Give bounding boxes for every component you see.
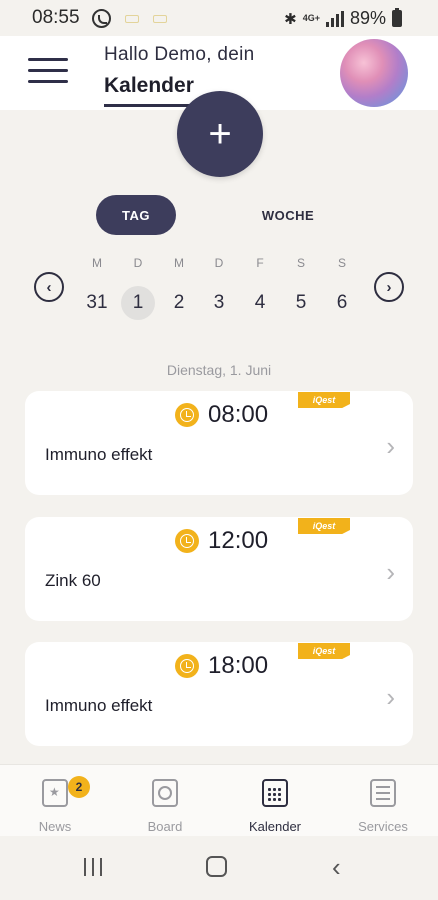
event-time: 18:00 (208, 652, 269, 679)
day-number-selected[interactable]: 1 (121, 286, 155, 320)
layers-icon (370, 779, 396, 807)
day-number[interactable]: 6 (325, 286, 359, 320)
brand-tag: iQest (298, 392, 350, 408)
event-card[interactable]: iQest 18:00 Immuno effekt › (25, 642, 413, 746)
day-column[interactable]: F 4 (243, 256, 277, 320)
event-name: Zink 60 (45, 571, 101, 590)
clock-icon (175, 529, 199, 553)
day-column[interactable]: S 6 (325, 256, 359, 320)
battery-icon (392, 8, 402, 27)
day-number[interactable]: 3 (202, 286, 236, 320)
event-name: Immuno effekt (45, 696, 153, 715)
tab-week[interactable]: WOCHE (248, 195, 328, 235)
calendar-icon (262, 779, 288, 807)
weekday-letter: D (133, 256, 143, 270)
bottom-navigation: ★ 2 News Board Kalender Services (0, 764, 438, 836)
day-number[interactable]: 31 (80, 286, 114, 320)
day-column[interactable]: S 5 (284, 256, 318, 320)
weekday-letter: S (296, 256, 305, 270)
nav-item-services[interactable]: Services (338, 779, 428, 834)
weekday-letter: M (92, 256, 102, 270)
chevron-left-icon: ‹ (46, 278, 52, 296)
home-icon[interactable] (206, 856, 227, 877)
page-title: Kalender (104, 74, 194, 107)
chevron-right-icon: › (386, 431, 395, 461)
nav-item-board[interactable]: Board (120, 779, 210, 834)
app-notification-icon (125, 14, 139, 23)
news-icon: ★ (42, 779, 68, 807)
chevron-right-icon: › (386, 682, 395, 712)
avatar[interactable] (340, 39, 408, 107)
status-time: 08:55 (32, 7, 80, 28)
bluetooth-icon: ✱ (284, 10, 297, 28)
event-time: 12:00 (208, 527, 269, 554)
nav-item-kalender[interactable]: Kalender (230, 779, 320, 834)
app-notification-icon (153, 14, 167, 23)
day-column[interactable]: M 2 (162, 256, 196, 320)
brand-tag: iQest (298, 518, 350, 534)
add-event-button[interactable]: + (177, 91, 263, 177)
notification-badge: 2 (68, 776, 90, 798)
weekday-letter: F (256, 256, 264, 270)
system-navigation-bar: ‹ (0, 836, 438, 900)
day-column[interactable]: M 31 (80, 256, 114, 320)
whatsapp-icon (92, 9, 111, 28)
weekday-letter: D (214, 256, 224, 270)
chevron-right-icon: › (386, 557, 395, 587)
day-column[interactable]: D 1 (121, 256, 155, 320)
selected-date-label: Dienstag, 1. Juni (166, 362, 272, 378)
previous-week-button[interactable]: ‹ (34, 272, 64, 302)
brand-tag: iQest (298, 643, 350, 659)
clock-icon (175, 654, 199, 678)
greeting-text: Hallo Demo, dein (104, 44, 255, 65)
clock-icon (175, 403, 199, 427)
nav-label: Board (147, 819, 183, 834)
day-number[interactable]: 2 (162, 286, 196, 320)
status-bar: 08:55 ✱ 4G+ 89% (0, 0, 438, 36)
nav-label: News (38, 819, 72, 834)
event-card[interactable]: iQest 08:00 Immuno effekt › (25, 391, 413, 495)
nav-item-news[interactable]: ★ 2 News (10, 776, 100, 834)
chevron-right-icon: › (386, 278, 392, 296)
back-icon[interactable]: ‹ (332, 852, 341, 883)
recent-apps-icon[interactable] (84, 858, 102, 876)
event-card[interactable]: iQest 12:00 Zink 60 › (25, 517, 413, 621)
nav-label: Kalender (248, 819, 302, 834)
menu-icon[interactable] (28, 58, 68, 86)
day-column[interactable]: D 3 (202, 256, 236, 320)
nav-label: Services (358, 819, 408, 834)
network-type: 4G+ (302, 13, 320, 23)
battery-percent: 89% (349, 8, 386, 28)
day-number[interactable]: 4 (243, 286, 277, 320)
next-week-button[interactable]: › (374, 272, 404, 302)
event-name: Immuno effekt (45, 445, 153, 464)
board-icon (152, 779, 178, 807)
event-time: 08:00 (208, 401, 269, 428)
tab-day[interactable]: TAG (96, 195, 176, 235)
weekday-letter: S (337, 256, 346, 270)
weekday-letter: M (174, 256, 184, 270)
day-number[interactable]: 5 (284, 286, 318, 320)
signal-icon (325, 10, 344, 27)
